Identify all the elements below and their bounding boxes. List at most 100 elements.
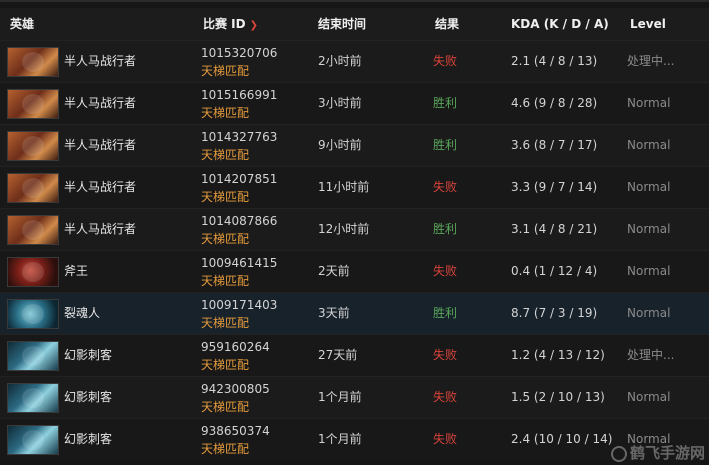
header-kda[interactable]: KDA (K / D / A) (511, 8, 609, 40)
match-id[interactable]: 1014087866 (201, 214, 277, 228)
hero-portrait-face (22, 430, 44, 450)
end-time: 1个月前 (318, 390, 362, 404)
kda-value: 3.1 (4 / 8 / 21) (511, 222, 598, 236)
table-row[interactable]: 半人马战行者 1015320706 天梯匹配 2小时前 失败 2.1 (4 / 8 / 1… (0, 40, 709, 82)
table-row[interactable]: 半人马战行者 1014207851 天梯匹配 11小时前 失败 3.3 (9 / 7 / … (0, 166, 709, 208)
game-mode: 天梯匹配 (201, 106, 250, 120)
end-time: 3小时前 (318, 96, 362, 110)
match-id[interactable]: 1009461415 (201, 256, 277, 270)
match-result: 失败 (433, 54, 458, 68)
hero-portrait-icon[interactable] (7, 173, 59, 203)
hero-portrait-icon[interactable] (7, 131, 59, 161)
watermark-logo-icon (610, 445, 627, 462)
hero-portrait-icon[interactable] (7, 425, 59, 455)
skill-level: Normal (627, 222, 671, 236)
match-id[interactable]: 1014327763 (201, 130, 277, 144)
hero-portrait-face (22, 346, 44, 366)
top-divider (0, 0, 709, 2)
hero-portrait-face (22, 262, 44, 282)
hero-portrait-face (22, 136, 44, 156)
header-level[interactable]: Level (630, 8, 666, 40)
skill-level: Normal (627, 264, 671, 278)
watermark: 鹤飞手游网 (610, 442, 705, 463)
kda-value: 3.6 (8 / 7 / 17) (511, 138, 598, 152)
skill-level: Normal (627, 390, 671, 404)
hero-portrait-icon[interactable] (7, 89, 59, 119)
hero: 半人马战行者 (64, 180, 137, 194)
table-row[interactable]: 裂魂人 1009171403 天梯匹配 3天前 胜利 8.7 (7 / 3 / 19) No… (0, 292, 709, 334)
end-time: 3天前 (318, 306, 350, 320)
hero-portrait-icon[interactable] (7, 299, 59, 329)
table-row[interactable]: 斧王 1009461415 天梯匹配 2天前 失败 0.4 (1 / 12 / 4) Nor… (0, 250, 709, 292)
game-mode: 天梯匹配 (201, 358, 250, 372)
table-row[interactable]: 半人马战行者 1014327763 天梯匹配 9小时前 胜利 3.6 (8 / 7 / 1… (0, 124, 709, 166)
hero-portrait-icon[interactable] (7, 215, 59, 245)
hero-portrait-face (22, 178, 44, 198)
end-time: 2天前 (318, 264, 350, 278)
table-row[interactable]: 幻影刺客 942300805 天梯匹配 1个月前 失败 1.5 (2 / 10 / 13)… (0, 376, 709, 418)
kda-value: 0.4 (1 / 12 / 4) (511, 264, 598, 278)
game-mode: 天梯匹配 (201, 64, 250, 78)
hero-portrait-icon[interactable] (7, 257, 59, 287)
watermark-text: 鹤飞手游网 (629, 444, 705, 462)
hero: 半人马战行者 (64, 54, 137, 68)
hero-portrait-face (22, 94, 44, 114)
game-mode: 天梯匹配 (201, 400, 250, 414)
header-match-id[interactable]: 比赛 ID ❯ (203, 8, 258, 40)
hero-portrait-face (22, 304, 44, 324)
match-id[interactable]: 1015320706 (201, 46, 277, 60)
match-id[interactable]: 1009171403 (201, 298, 277, 312)
hero: 半人马战行者 (64, 96, 137, 110)
match-id[interactable]: 959160264 (201, 340, 270, 354)
match-result: 胜利 (433, 96, 458, 110)
header-end-time[interactable]: 结束时间 (318, 8, 366, 40)
match-result: 失败 (433, 348, 458, 362)
hero: 幻影刺客 (64, 432, 113, 446)
game-mode: 天梯匹配 (201, 316, 250, 330)
game-mode: 天梯匹配 (201, 148, 250, 162)
hero: 半人马战行者 (64, 138, 137, 152)
end-time: 12小时前 (318, 222, 370, 236)
kda-value: 2.1 (4 / 8 / 13) (511, 54, 598, 68)
hero-portrait-icon[interactable] (7, 341, 59, 371)
match-result: 胜利 (433, 306, 458, 320)
table-header: 英雄 比赛 ID ❯ 结束时间 结果 KDA (K / D / A) Level (0, 8, 709, 40)
table-row[interactable]: 半人马战行者 1014087866 天梯匹配 12小时前 胜利 3.1 (4 / 8 / … (0, 208, 709, 250)
match-result: 失败 (433, 432, 458, 446)
kda-value: 8.7 (7 / 3 / 19) (511, 306, 598, 320)
match-id[interactable]: 1014207851 (201, 172, 277, 186)
header-result[interactable]: 结果 (435, 8, 459, 40)
match-id[interactable]: 1015166991 (201, 88, 277, 102)
match-result: 失败 (433, 264, 458, 278)
hero-portrait-face (22, 220, 44, 240)
match-result: 胜利 (433, 222, 458, 236)
kda-value: 3.3 (9 / 7 / 14) (511, 180, 598, 194)
hero: 半人马战行者 (64, 222, 137, 236)
hero-portrait-face (22, 52, 44, 72)
hero-portrait-icon[interactable] (7, 47, 59, 77)
match-id[interactable]: 942300805 (201, 382, 270, 396)
table-row[interactable]: 幻影刺客 938650374 天梯匹配 1个月前 失败 2.4 (10 / 10 / 14… (0, 418, 709, 460)
game-mode: 天梯匹配 (201, 190, 250, 204)
hero: 幻影刺客 (64, 390, 113, 404)
hero-portrait-face (22, 388, 44, 408)
table-row[interactable]: 半人马战行者 1015166991 天梯匹配 3小时前 胜利 4.6 (9 / 8 / 2… (0, 82, 709, 124)
table-row[interactable]: 幻影刺客 959160264 天梯匹配 27天前 失败 1.2 (4 / 13 / 12)… (0, 334, 709, 376)
match-result: 胜利 (433, 138, 458, 152)
header-hero[interactable]: 英雄 (10, 8, 34, 40)
skill-level: Normal (627, 96, 671, 110)
kda-value: 1.5 (2 / 10 / 13) (511, 390, 605, 404)
match-id[interactable]: 938650374 (201, 424, 270, 438)
end-time: 27天前 (318, 348, 358, 362)
hero: 裂魂人 (64, 306, 101, 320)
hero-portrait-icon[interactable] (7, 383, 59, 413)
chevron-down-icon[interactable]: ❯ (250, 10, 258, 42)
skill-level: 处理中... (627, 54, 675, 68)
hero: 斧王 (64, 264, 89, 278)
end-time: 1个月前 (318, 432, 362, 446)
end-time: 11小时前 (318, 180, 370, 194)
hero: 幻影刺客 (64, 348, 113, 362)
game-mode: 天梯匹配 (201, 442, 250, 456)
end-time: 2小时前 (318, 54, 362, 68)
kda-value: 4.6 (9 / 8 / 28) (511, 96, 598, 110)
